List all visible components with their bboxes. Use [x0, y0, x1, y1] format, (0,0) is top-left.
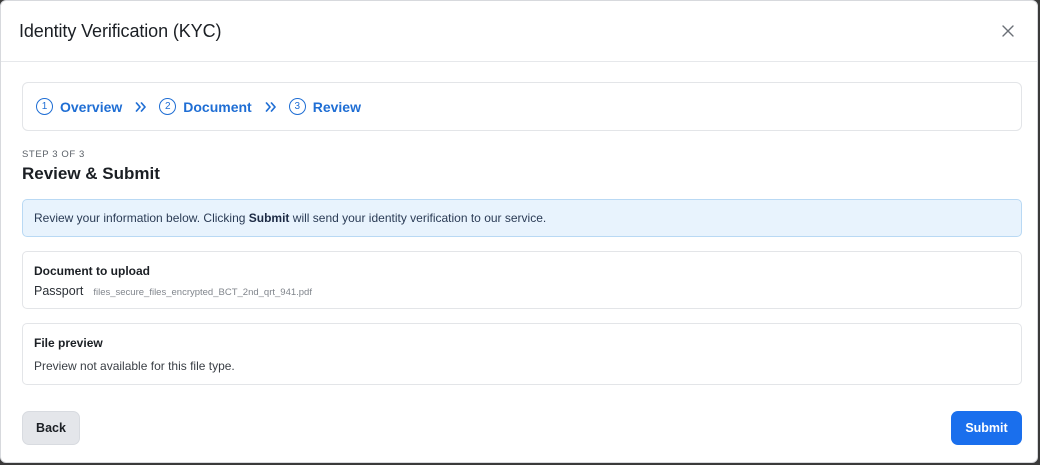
close-icon [1002, 25, 1014, 37]
step-number: 2 [159, 98, 177, 115]
step-document[interactable]: 2 Document [159, 98, 252, 115]
file-preview-card: File preview Preview not available for t… [22, 323, 1022, 385]
info-alert: Review your information below. Clicking … [22, 199, 1022, 237]
step-label: Document [183, 98, 252, 115]
document-file-name: files_secure_files_encrypted_BCT_2nd_qrt… [93, 287, 312, 298]
back-button[interactable]: Back [22, 411, 80, 445]
info-text: Review your information below. Clicking … [34, 211, 547, 225]
step-counter: STEP 3 OF 3 [22, 149, 85, 160]
modal-title: Identity Verification (KYC) [19, 20, 222, 41]
file-preview-title: File preview [34, 336, 103, 350]
kyc-modal: Identity Verification (KYC) 1 Overview 2… [0, 0, 1038, 463]
document-card-title: Document to upload [34, 264, 150, 278]
document-card: Document to upload Passport files_secure… [22, 251, 1022, 309]
step-overview[interactable]: 1 Overview [36, 98, 122, 115]
stepper: 1 Overview 2 Document 3 Review [22, 82, 1022, 131]
step-label: Review [312, 98, 361, 115]
close-button[interactable] [996, 19, 1020, 43]
step-review[interactable]: 3 Review [288, 98, 361, 115]
step-label: Overview [60, 98, 123, 115]
submit-button[interactable]: Submit [951, 411, 1022, 445]
step-number: 3 [288, 98, 306, 115]
double-chevron-right-icon [265, 101, 277, 112]
document-row: Passport files_secure_files_encrypted_BC… [34, 284, 1010, 298]
file-preview-message: Preview not available for this file type… [34, 359, 235, 373]
modal-header: Identity Verification (KYC) [1, 1, 1037, 62]
section-title: Review & Submit [22, 164, 160, 183]
step-number: 1 [36, 98, 53, 115]
document-type: Passport [34, 284, 84, 298]
double-chevron-right-icon [135, 101, 147, 112]
